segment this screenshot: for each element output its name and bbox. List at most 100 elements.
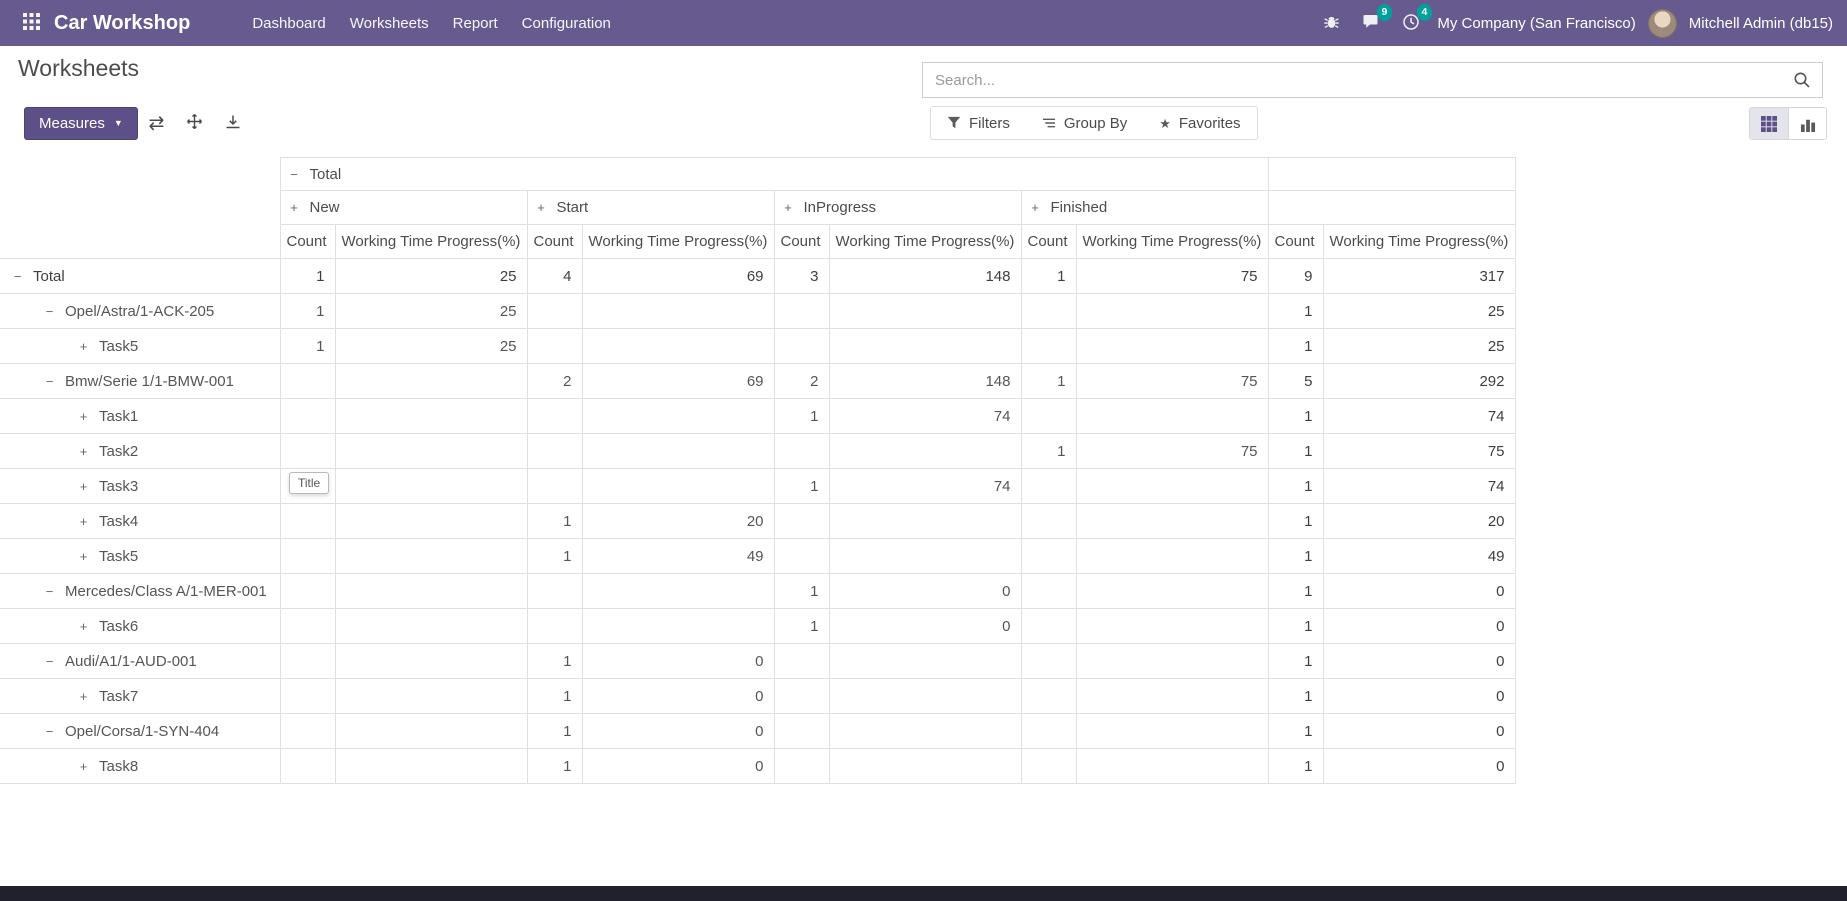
bar-chart-view-button[interactable]	[1788, 108, 1826, 139]
pivot-table-row: −Audi/A1/1-AUD-0011010	[0, 644, 1515, 679]
pivot-cell	[1021, 714, 1076, 749]
pivot-row-header[interactable]: +Task6	[0, 609, 280, 644]
pivot-cell	[280, 749, 335, 784]
pivot-table-row: +Task5125125	[0, 329, 1515, 364]
measure-header[interactable]: Count	[1021, 225, 1076, 259]
pivot-view-button[interactable]	[1750, 108, 1788, 139]
title-tooltip: Title	[289, 472, 329, 494]
pivot-table: −Total+New+Start+InProgress+FinishedCoun…	[0, 157, 1516, 784]
pivot-cell	[280, 399, 335, 434]
pivot-col-header-start[interactable]: +Start	[527, 191, 774, 225]
pivot-cell	[829, 679, 1021, 714]
expand-all-icon	[186, 113, 203, 134]
pivot-row-header[interactable]: +Task7	[0, 679, 280, 714]
apps-menu-button[interactable]	[14, 6, 48, 40]
app-title[interactable]: Car Workshop	[54, 12, 190, 35]
pivot-cell: 20	[582, 504, 774, 539]
expand-icon: +	[78, 514, 89, 529]
pivot-row-header[interactable]: −Bmw/Serie 1/1-BMW-001	[0, 364, 280, 399]
pivot-cell	[1076, 679, 1268, 714]
pivot-row-header[interactable]: +Task1	[0, 399, 280, 434]
pivot-cell: 69	[582, 364, 774, 399]
pivot-cell: 74	[829, 399, 1021, 434]
measure-header[interactable]: Working Time Progress(%)	[1076, 225, 1268, 259]
pivot-row-header[interactable]: −Opel/Astra/1-ACK-205	[0, 294, 280, 329]
pivot-cell	[1076, 329, 1268, 364]
nav-item-report[interactable]: Report	[441, 7, 510, 40]
expand-icon: +	[783, 200, 794, 215]
pivot-cell: 1	[1268, 574, 1323, 609]
expand-icon: +	[78, 549, 89, 564]
flip-axis-button[interactable]: ⇄	[142, 109, 171, 138]
measure-header[interactable]: Count	[774, 225, 829, 259]
measure-header[interactable]: Working Time Progress(%)	[1323, 225, 1515, 259]
pivot-row-header[interactable]: −Mercedes/Class A/1-MER-001	[0, 574, 280, 609]
page-title: Worksheets	[18, 55, 139, 82]
pivot-row-header[interactable]: +Task4	[0, 504, 280, 539]
pivot-col-header-empty	[1268, 158, 1515, 191]
pivot-row-label: Task5	[99, 338, 138, 355]
pivot-table-row: +Task61010	[0, 609, 1515, 644]
group-by-button[interactable]: Group By	[1026, 107, 1143, 139]
nav-item-dashboard[interactable]: Dashboard	[240, 7, 337, 40]
measure-header[interactable]: Count	[527, 225, 582, 259]
pivot-cell: 1	[280, 259, 335, 294]
activities-button[interactable]: 4	[1397, 9, 1425, 37]
pivot-cell	[829, 434, 1021, 469]
pivot-table-row: −Opel/Corsa/1-SYN-4041010	[0, 714, 1515, 749]
pivot-row-header[interactable]: +Task5	[0, 539, 280, 574]
pivot-cell: 1	[527, 714, 582, 749]
download-button[interactable]	[218, 109, 247, 138]
pivot-cell: 1	[1268, 749, 1323, 784]
company-selector[interactable]: My Company (San Francisco)	[1437, 15, 1635, 32]
search-input[interactable]	[922, 62, 1823, 98]
filters-button[interactable]: Filters	[931, 107, 1026, 139]
measures-button[interactable]: Measures ▼	[24, 107, 138, 140]
pivot-cell	[1021, 644, 1076, 679]
navbar-left: Car Workshop Dashboard Worksheets Report…	[14, 6, 623, 40]
favorites-button[interactable]: ★ Favorites	[1143, 107, 1256, 139]
messages-button[interactable]: 9	[1357, 9, 1385, 37]
pivot-col-header-total[interactable]: −Total	[280, 158, 1268, 191]
pivot-row-label: Audi/A1/1-AUD-001	[65, 653, 197, 670]
pivot-cell: 0	[582, 679, 774, 714]
pivot-cell: 1	[1021, 364, 1076, 399]
expand-all-button[interactable]	[180, 109, 209, 138]
search-button[interactable]	[1793, 71, 1811, 89]
measure-header[interactable]: Working Time Progress(%)	[335, 225, 527, 259]
pivot-cell	[527, 434, 582, 469]
bar-chart-view-icon	[1800, 116, 1816, 132]
pivot-row-header[interactable]: +Task5	[0, 329, 280, 364]
measure-header[interactable]: Working Time Progress(%)	[582, 225, 774, 259]
user-menu[interactable]: Mitchell Admin (db15)	[1689, 15, 1833, 32]
measure-header[interactable]: Working Time Progress(%)	[829, 225, 1021, 259]
pivot-row-header[interactable]: +Task3	[0, 469, 280, 504]
pivot-col-header-finished[interactable]: +Finished	[1021, 191, 1268, 225]
pivot-row-header[interactable]: −Opel/Corsa/1-SYN-404	[0, 714, 280, 749]
pivot-row-header[interactable]: −Total	[0, 259, 280, 294]
expand-icon: +	[78, 409, 89, 424]
debug-button[interactable]	[1317, 9, 1345, 37]
pivot-cell: 1	[1268, 539, 1323, 574]
pivot-view-icon	[1761, 116, 1777, 132]
pivot-cell	[829, 714, 1021, 749]
avatar[interactable]	[1648, 9, 1677, 38]
pivot-cell: 0	[582, 644, 774, 679]
pivot-cell: 2	[527, 364, 582, 399]
pivot-table-row: +Task71010	[0, 679, 1515, 714]
pivot-row-header[interactable]: +Task8	[0, 749, 280, 784]
measure-header[interactable]: Count	[1268, 225, 1323, 259]
pivot-row-header[interactable]: −Audi/A1/1-AUD-001	[0, 644, 280, 679]
pivot-col-header-inprogress[interactable]: +InProgress	[774, 191, 1021, 225]
pivot-cell	[582, 329, 774, 364]
nav-item-configuration[interactable]: Configuration	[510, 7, 623, 40]
pivot-cell	[280, 679, 335, 714]
pivot-col-header-new[interactable]: +New	[280, 191, 527, 225]
pivot-cell: 75	[1076, 259, 1268, 294]
measure-header[interactable]: Count	[280, 225, 335, 259]
pivot-row-header[interactable]: +Task2	[0, 434, 280, 469]
pivot-cell	[774, 329, 829, 364]
nav-item-worksheets[interactable]: Worksheets	[338, 7, 441, 40]
pivot-row-label: Task2	[99, 443, 138, 460]
bug-icon	[1323, 13, 1340, 33]
